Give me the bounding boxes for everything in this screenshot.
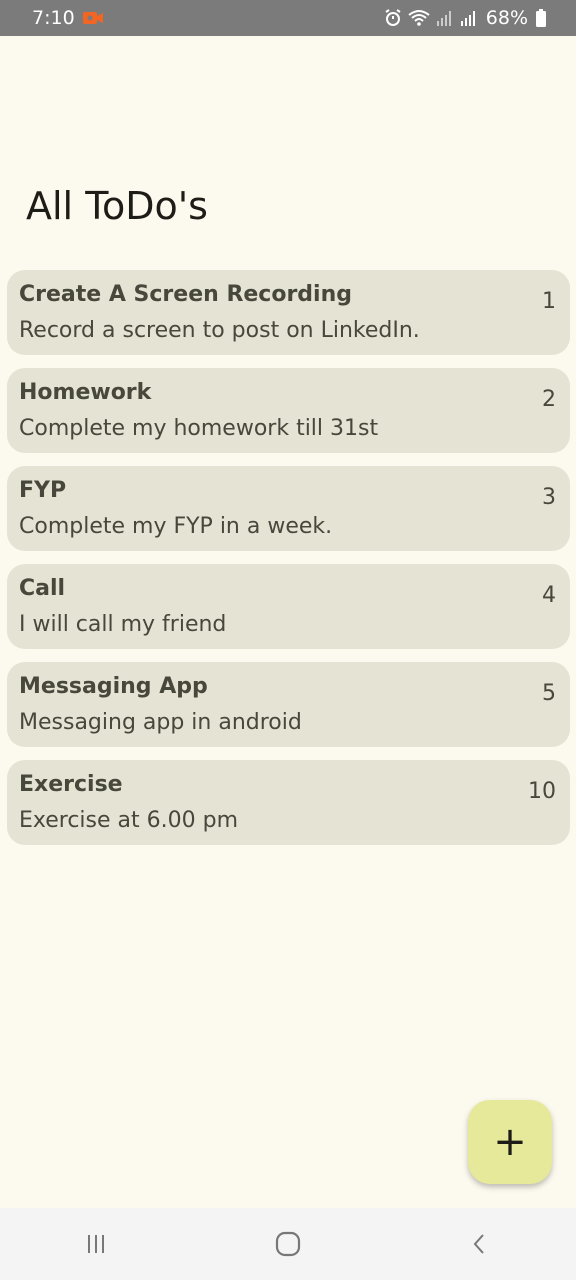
todo-title: Messaging App <box>19 674 208 699</box>
wifi-icon <box>408 10 430 26</box>
page-title: All ToDo's <box>26 184 208 228</box>
todo-number: 5 <box>542 681 556 706</box>
todo-item[interactable]: Exercise Exercise at 6.00 pm 10 <box>7 760 570 845</box>
signal-icon <box>436 11 451 26</box>
todo-list: Create A Screen Recording Record a scree… <box>7 270 570 858</box>
add-todo-button[interactable]: + <box>468 1100 552 1184</box>
status-time: 7:10 <box>32 7 75 29</box>
todo-description: Exercise at 6.00 pm <box>19 808 239 833</box>
todo-title: Exercise <box>19 772 123 797</box>
todo-description: Complete my homework till 31st <box>19 416 379 441</box>
todo-item[interactable]: Homework Complete my homework till 31st … <box>7 368 570 453</box>
todo-description: I will call my friend <box>19 612 227 637</box>
status-icons <box>384 9 478 27</box>
todo-number: 10 <box>528 779 556 804</box>
home-button[interactable] <box>258 1214 318 1274</box>
battery-percent: 68% <box>485 7 528 29</box>
navigation-bar <box>0 1208 576 1280</box>
signal-icon <box>460 11 475 26</box>
battery-icon <box>536 9 546 27</box>
screen-record-icon <box>82 12 103 24</box>
status-bar: 7:10 68% <box>0 0 576 36</box>
todo-title: Call <box>19 576 66 601</box>
todo-number: 4 <box>542 583 556 608</box>
todo-number: 2 <box>542 387 556 412</box>
todo-description: Messaging app in android <box>19 710 302 735</box>
recent-apps-button[interactable] <box>66 1214 126 1274</box>
todo-item[interactable]: Create A Screen Recording Record a scree… <box>7 270 570 355</box>
todo-number: 3 <box>542 485 556 510</box>
home-icon <box>275 1231 301 1257</box>
todo-number: 1 <box>542 289 556 314</box>
recent-apps-icon <box>88 1235 104 1253</box>
todo-item[interactable]: Messaging App Messaging app in android 5 <box>7 662 570 747</box>
todo-title: FYP <box>19 478 67 503</box>
back-icon <box>473 1234 484 1254</box>
todo-description: Record a screen to post on LinkedIn. <box>19 318 420 343</box>
status-right: 68% <box>384 7 546 29</box>
plus-icon: + <box>493 1119 527 1165</box>
back-button[interactable] <box>450 1214 510 1274</box>
todo-title: Create A Screen Recording <box>19 282 353 307</box>
status-left: 7:10 <box>32 7 103 29</box>
alarm-icon <box>385 9 401 26</box>
todo-description: Complete my FYP in a week. <box>19 514 333 539</box>
todo-item[interactable]: Call I will call my friend 4 <box>7 564 570 649</box>
todo-title: Homework <box>19 380 152 405</box>
todo-item[interactable]: FYP Complete my FYP in a week. 3 <box>7 466 570 551</box>
